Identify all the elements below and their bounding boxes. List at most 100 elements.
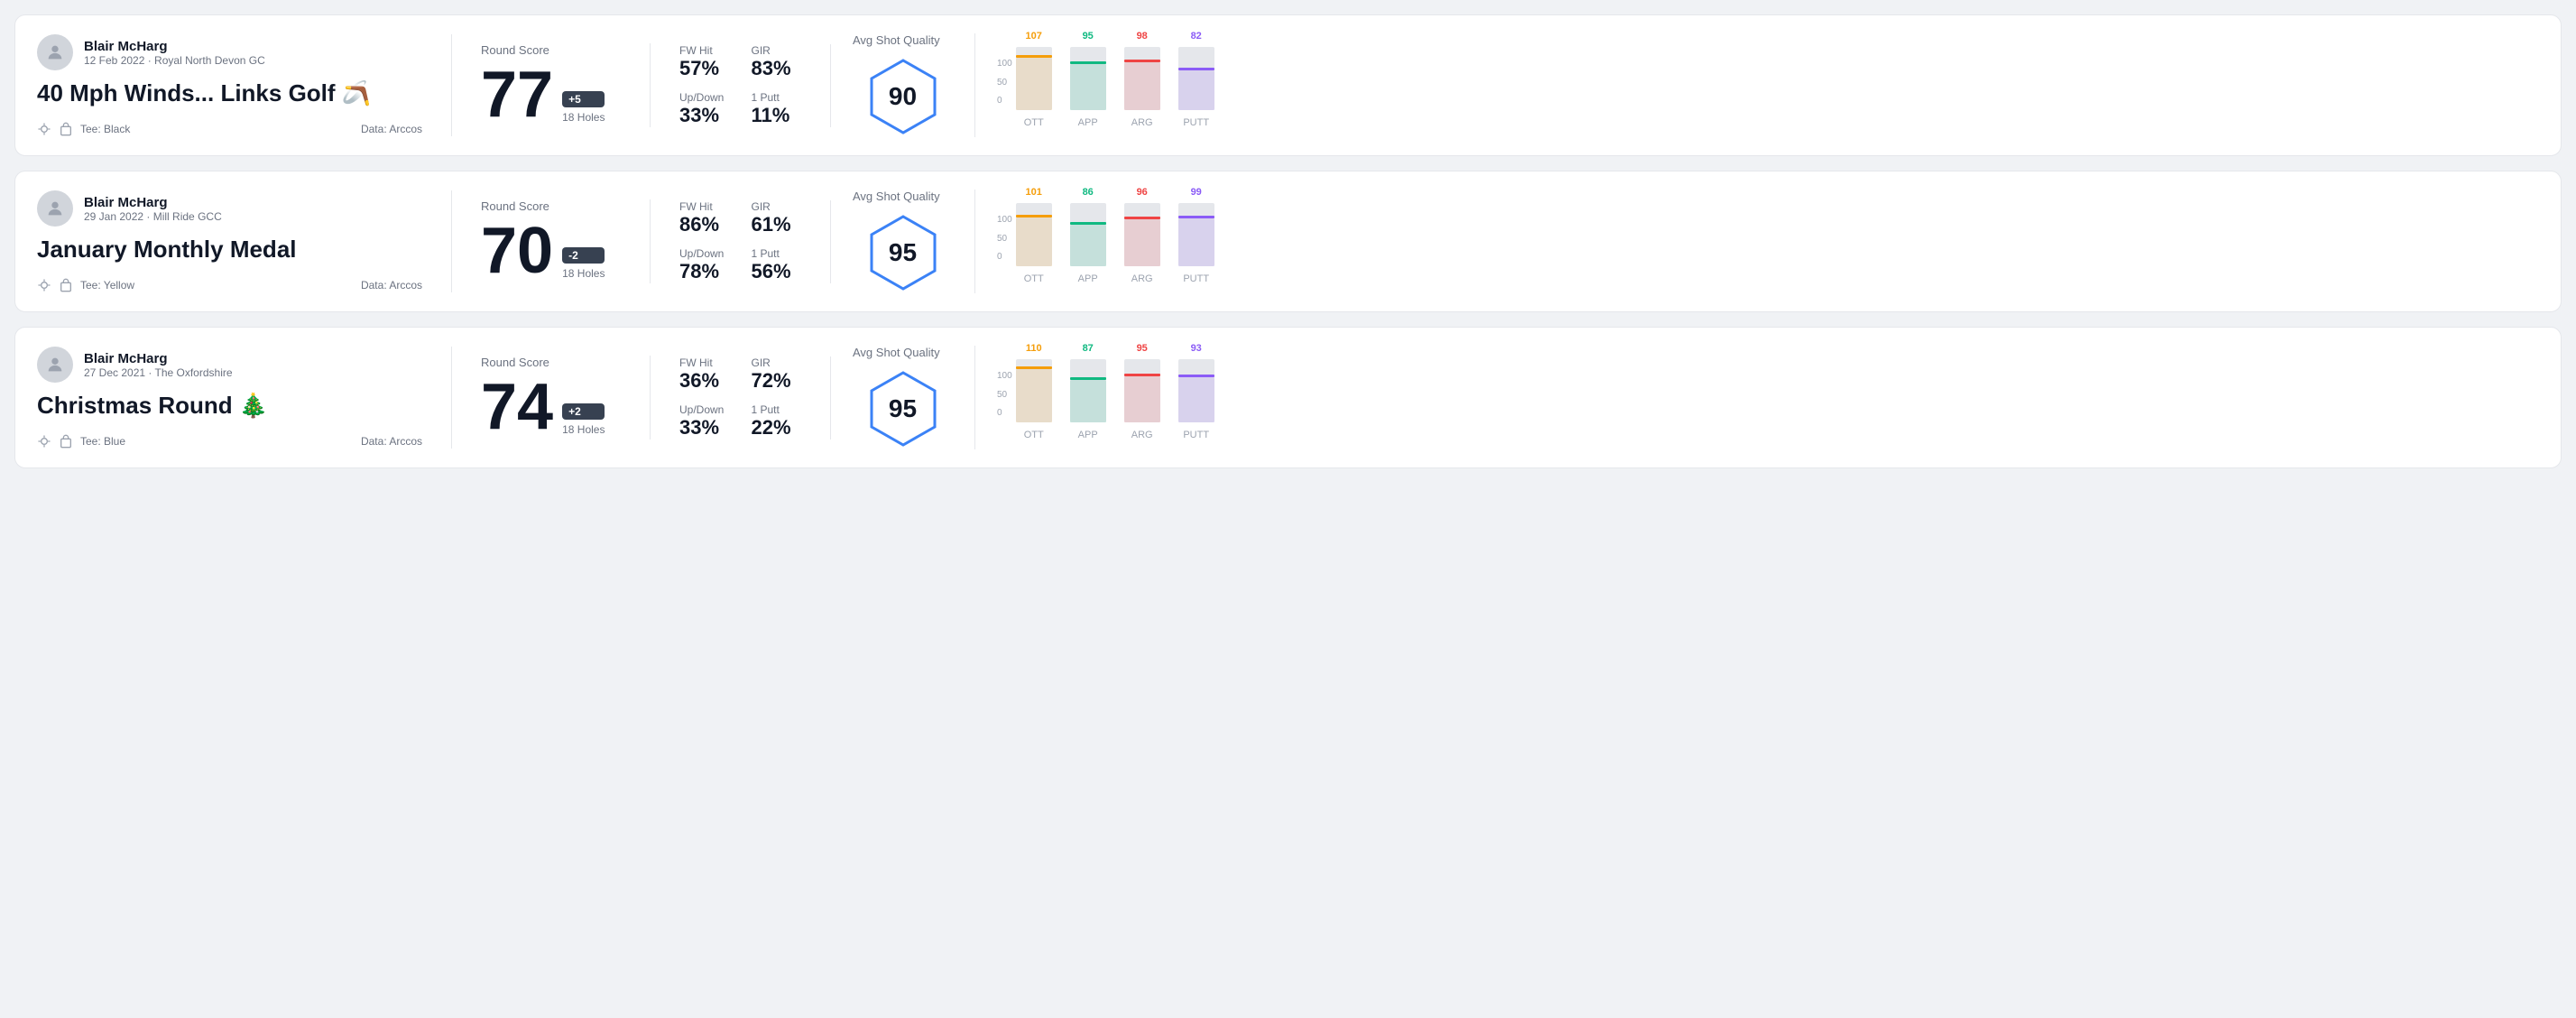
bar-marker bbox=[1070, 377, 1106, 380]
y-axis: 100 50 0 bbox=[997, 42, 1012, 106]
bar-value: 95 bbox=[1083, 31, 1094, 42]
bar-fill bbox=[1070, 64, 1106, 110]
quality-score: 90 bbox=[889, 82, 917, 111]
bar-group-ott: 107 OTT bbox=[1016, 31, 1052, 128]
round-card: Blair McHarg 29 Jan 2022 · Mill Ride GCC… bbox=[14, 171, 2562, 312]
gir-label: GIR bbox=[752, 356, 802, 369]
score-number: 77 bbox=[481, 62, 553, 127]
stats-grid: FW Hit 86% GIR 61% Up/Down 78% 1 Putt 56… bbox=[679, 200, 801, 283]
score-badge: +5 bbox=[562, 91, 605, 107]
bar-value: 101 bbox=[1026, 187, 1042, 198]
oneputt-value: 11% bbox=[752, 104, 802, 127]
bar-fill bbox=[1178, 70, 1214, 110]
tee-info: Tee: Black bbox=[37, 122, 130, 136]
bars-container: 110 OTT 87 APP 95 ARG 93 bbox=[1016, 355, 1214, 440]
gir-value: 83% bbox=[752, 57, 802, 80]
bar-value: 95 bbox=[1137, 343, 1148, 354]
score-badge: +2 bbox=[562, 403, 605, 420]
updown-label: Up/Down bbox=[679, 247, 730, 260]
bar-group-arg: 98 ARG bbox=[1124, 31, 1160, 128]
updown-label: Up/Down bbox=[679, 403, 730, 416]
gir-label: GIR bbox=[752, 44, 802, 57]
tee-info: Tee: Yellow bbox=[37, 278, 134, 292]
bar-fill bbox=[1178, 218, 1214, 266]
bar-group-arg: 96 ARG bbox=[1124, 187, 1160, 284]
bar-marker bbox=[1124, 60, 1160, 62]
user-info: Blair McHarg 12 Feb 2022 · Royal North D… bbox=[84, 39, 265, 67]
fw-hit-label: FW Hit bbox=[679, 200, 730, 213]
bar-marker bbox=[1016, 366, 1052, 369]
bar-group-app: 86 APP bbox=[1070, 187, 1106, 284]
weather-icon bbox=[37, 278, 51, 292]
fw-hit-stat: FW Hit 57% bbox=[679, 44, 730, 80]
gir-stat: GIR 72% bbox=[752, 356, 802, 393]
updown-value: 33% bbox=[679, 104, 730, 127]
round-title: Christmas Round 🎄 bbox=[37, 392, 422, 420]
bag-icon bbox=[59, 278, 73, 292]
bag-icon bbox=[59, 434, 73, 449]
bar-fill bbox=[1070, 380, 1106, 422]
data-source: Data: Arccos bbox=[361, 279, 422, 292]
bars-container: 107 OTT 95 APP 98 ARG 82 bbox=[1016, 42, 1214, 128]
quality-score: 95 bbox=[889, 238, 917, 267]
user-info: Blair McHarg 29 Jan 2022 · Mill Ride GCC bbox=[84, 195, 222, 223]
bar-marker bbox=[1016, 55, 1052, 58]
bar-label: APP bbox=[1078, 273, 1098, 284]
bar-wrapper bbox=[1178, 47, 1214, 110]
bar-group-arg: 95 ARG bbox=[1124, 343, 1160, 440]
bar-value: 96 bbox=[1137, 187, 1148, 198]
updown-stat: Up/Down 78% bbox=[679, 247, 730, 283]
updown-value: 78% bbox=[679, 260, 730, 283]
bar-marker bbox=[1124, 217, 1160, 219]
hexagon-container: 95 bbox=[863, 368, 944, 449]
gir-value: 61% bbox=[752, 213, 802, 236]
score-label: Round Score bbox=[481, 356, 621, 369]
fw-hit-value: 36% bbox=[679, 369, 730, 393]
oneputt-value: 56% bbox=[752, 260, 802, 283]
bar-wrapper bbox=[1070, 203, 1106, 266]
fw-hit-value: 86% bbox=[679, 213, 730, 236]
card-stats: FW Hit 57% GIR 83% Up/Down 33% 1 Putt 11… bbox=[651, 44, 831, 127]
oneputt-label: 1 Putt bbox=[752, 403, 802, 416]
bar-wrapper bbox=[1016, 203, 1052, 266]
bar-fill bbox=[1016, 217, 1052, 266]
user-info: Blair McHarg 27 Dec 2021 · The Oxfordshi… bbox=[84, 351, 233, 379]
y-axis: 100 50 0 bbox=[997, 355, 1012, 418]
tee-label: Tee: Yellow bbox=[80, 279, 134, 292]
bar-label: APP bbox=[1078, 430, 1098, 440]
fw-hit-stat: FW Hit 36% bbox=[679, 356, 730, 393]
bar-value: 98 bbox=[1137, 31, 1148, 42]
score-badge: -2 bbox=[562, 247, 605, 264]
score-label: Round Score bbox=[481, 43, 621, 57]
bar-marker bbox=[1070, 222, 1106, 225]
bar-group-app: 95 APP bbox=[1070, 31, 1106, 128]
bar-value: 87 bbox=[1083, 343, 1094, 354]
bar-group-putt: 93 PUTT bbox=[1178, 343, 1214, 440]
bar-group-putt: 82 PUTT bbox=[1178, 31, 1214, 128]
user-name: Blair McHarg bbox=[84, 195, 222, 210]
card-left: Blair McHarg 12 Feb 2022 · Royal North D… bbox=[37, 34, 452, 136]
bar-wrapper bbox=[1178, 203, 1214, 266]
bar-wrapper bbox=[1016, 47, 1052, 110]
card-score: Round Score 74 +2 18 Holes bbox=[452, 356, 651, 440]
updown-value: 33% bbox=[679, 416, 730, 440]
bar-fill bbox=[1070, 225, 1106, 266]
score-number: 74 bbox=[481, 375, 553, 440]
tee-row: Tee: Blue Data: Arccos bbox=[37, 434, 422, 449]
score-holes: 18 Holes bbox=[562, 423, 605, 436]
gir-stat: GIR 61% bbox=[752, 200, 802, 236]
card-quality: Avg Shot Quality 90 bbox=[831, 33, 975, 137]
oneputt-stat: 1 Putt 22% bbox=[752, 403, 802, 440]
bar-marker bbox=[1016, 215, 1052, 217]
bar-value: 93 bbox=[1191, 343, 1202, 354]
bar-label: ARG bbox=[1131, 273, 1153, 284]
updown-label: Up/Down bbox=[679, 91, 730, 104]
score-number: 70 bbox=[481, 218, 553, 283]
oneputt-stat: 1 Putt 56% bbox=[752, 247, 802, 283]
score-holes: 18 Holes bbox=[562, 267, 605, 280]
round-title: January Monthly Medal bbox=[37, 236, 422, 264]
avatar bbox=[37, 347, 73, 383]
weather-icon bbox=[37, 122, 51, 136]
bar-marker bbox=[1070, 61, 1106, 64]
data-source: Data: Arccos bbox=[361, 123, 422, 135]
